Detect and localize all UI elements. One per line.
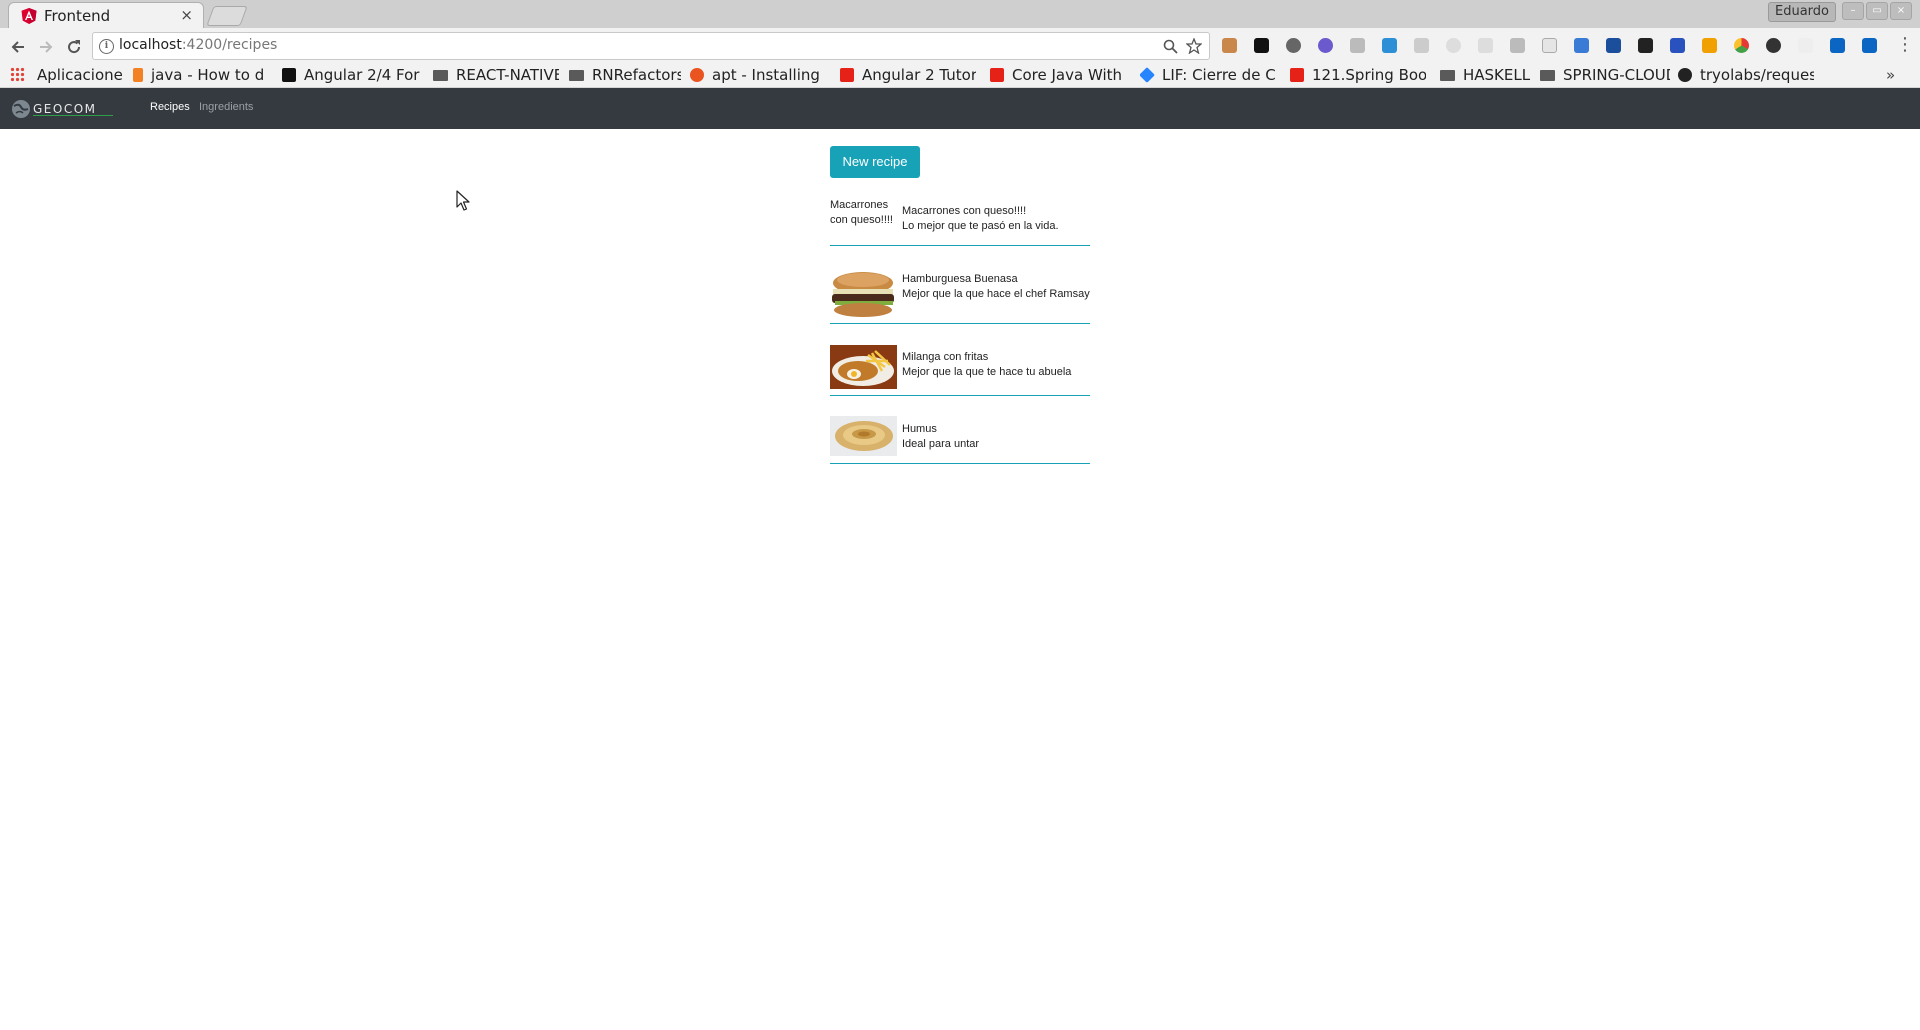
browser-toolbar: i localhost:4200/recipes ⋮ [0,28,1920,66]
bookmark-item[interactable]: Aplicaciones [10,66,122,87]
bookmark-item[interactable]: 121.Spring Boot [1290,66,1426,87]
cp-icon [282,68,296,82]
recipe-description: Mejor que la que te hace tu abuela [902,366,1072,378]
extension-icon-4[interactable] [1318,38,1333,53]
address-bar[interactable]: i localhost:4200/recipes [92,32,1210,60]
maximize-icon[interactable]: ▭ [1866,2,1888,20]
extension-icon-5[interactable] [1350,38,1365,53]
jira-icon [1140,67,1155,83]
github-icon [1678,68,1692,82]
extension-icon-16[interactable] [1702,38,1717,53]
new-tab-button[interactable] [206,6,248,26]
brand-logo[interactable]: GEOCOM [11,99,135,119]
extension-icon-1[interactable] [1222,38,1237,53]
bookmark-item[interactable]: Angular 2/4 Forr [282,66,420,87]
recipe-name: Humus [902,423,937,435]
bookmarks-overflow-icon[interactable]: » [1886,66,1895,84]
folder-icon [569,70,584,81]
extension-icon-13[interactable] [1606,38,1621,53]
nav-link-recipes[interactable]: Recipes [150,101,190,113]
bookmark-star-icon[interactable] [1186,38,1202,54]
reload-icon[interactable] [63,38,85,56]
bookmark-item[interactable]: LIF: Cierre de Ca [1140,66,1276,87]
bookmark-folder[interactable]: SPRING-CLOUD [1540,66,1670,87]
play-icon[interactable] [1478,38,1493,53]
youtube-icon [990,68,1004,82]
recipe-image-alt: Macarrones con queso!!!! [830,199,893,226]
linkedin-icon[interactable] [1830,38,1845,53]
recipe-list-item[interactable]: Milanga con fritas Mejor que la que te h… [830,342,1090,396]
app-navbar: GEOCOM Recipes Ingredients [0,88,1920,129]
zoom-icon[interactable] [1163,39,1178,54]
window-close-icon[interactable]: × [1890,2,1912,20]
profile-button[interactable]: Eduardo [1768,2,1836,22]
tab-title: Frontend [44,7,111,25]
recipe-name: Hamburguesa Buenasa [902,273,1018,285]
apps-icon [10,67,25,82]
recipe-list-item[interactable]: Hamburguesa Buenasa Mejor que la que hac… [830,266,1090,324]
extension-icon-15[interactable] [1670,38,1685,53]
bookmark-folder[interactable]: REACT-NATIVE [433,66,559,87]
extension-icon-10[interactable] [1510,38,1525,53]
youtube-icon [1290,68,1304,82]
browser-tab-strip: Frontend × Eduardo – ▭ × [0,0,1920,29]
bookmark-folder[interactable]: HASKELL [1440,66,1540,87]
tab-close-icon[interactable]: × [180,6,193,24]
angular-augury-icon[interactable] [1286,38,1301,53]
extension-icon-11[interactable] [1542,38,1557,53]
brand-name: GEOCOM [33,102,97,116]
browser-tab[interactable]: Frontend × [8,2,204,28]
browser-menu-icon[interactable]: ⋮ [1896,34,1914,55]
bookmarks-bar: Aplicaciones java - How to do Angular 2/… [0,66,1920,88]
linkedin-icon[interactable] [1862,38,1877,53]
angular-icon [21,8,37,24]
youtube-icon [840,68,854,82]
bookmark-item[interactable]: tryolabs/reques [1678,66,1814,87]
extension-icon-19[interactable] [1798,38,1813,53]
recipe-list-item[interactable]: Humus Ideal para untar [830,414,1090,464]
nav-link-ingredients[interactable]: Ingredients [199,101,253,113]
milanesa-image [830,345,897,389]
folder-icon [1540,70,1555,81]
extension-icon-12[interactable] [1574,38,1589,53]
site-info-icon[interactable]: i [99,39,114,54]
bookmark-item[interactable]: Core Java With ( [990,66,1126,87]
extension-icon-18[interactable] [1766,38,1781,53]
url-text[interactable]: localhost:4200/recipes [119,37,277,53]
bookmark-item[interactable]: java - How to do [133,66,265,87]
recipe-name: Macarrones con queso!!!! [902,205,1027,217]
forward-icon[interactable] [35,38,57,56]
askubuntu-icon [690,68,704,82]
hummus-image [830,416,897,456]
recipe-name: Milanga con fritas [902,351,989,363]
extension-icon-8[interactable] [1446,38,1461,53]
extension-icon-14[interactable] [1638,38,1653,53]
extension-icon-17[interactable] [1734,38,1749,53]
mouse-cursor-icon [456,190,470,211]
stackoverflow-icon [133,68,143,82]
new-recipe-button[interactable]: New recipe [830,146,920,178]
recipe-description: Lo mejor que te pasó en la vida. [902,220,1059,232]
bookmark-item[interactable]: apt - Installing P [690,66,826,87]
recipe-description: Ideal para untar [902,438,980,450]
recipe-description: Mejor que la que hace el chef Ramsay [902,288,1090,300]
extension-icon-7[interactable] [1414,38,1429,53]
recipe-list-item[interactable]: Macarrones con queso!!!! Macarrones con … [830,195,1090,246]
minimize-icon[interactable]: – [1842,2,1864,20]
back-icon[interactable] [7,38,29,56]
bookmark-folder[interactable]: RNRefactors [569,66,681,87]
bookmark-item[interactable]: Angular 2 Tutori [840,66,976,87]
burger-image [830,269,897,320]
folder-icon [433,70,448,81]
extension-icon-6[interactable] [1382,38,1397,53]
jetbrains-icon[interactable] [1254,38,1269,53]
folder-icon [1440,70,1455,81]
